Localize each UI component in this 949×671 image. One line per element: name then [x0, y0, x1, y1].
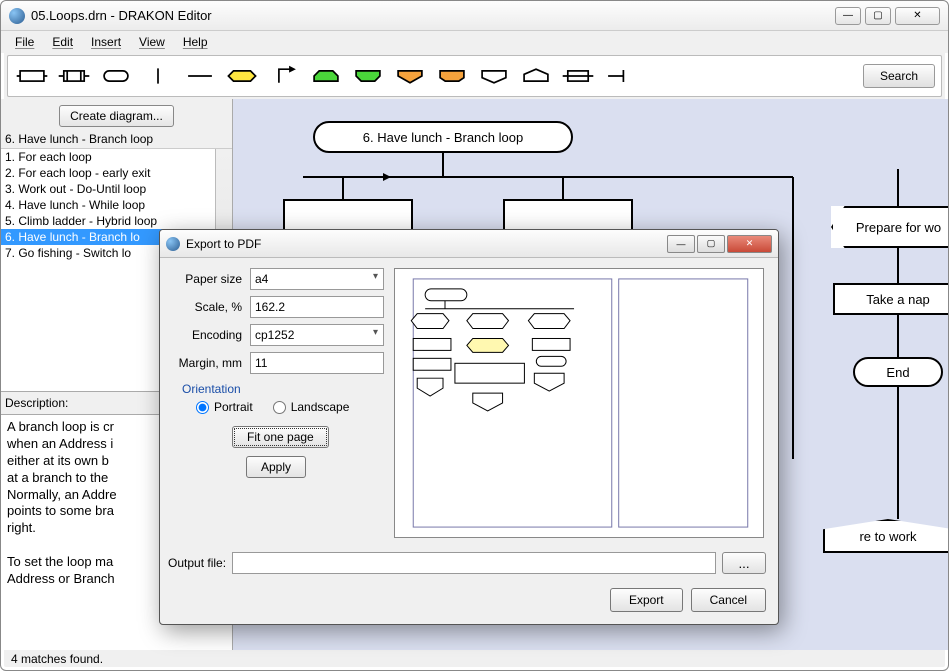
menu-insert[interactable]: Insert [83, 33, 129, 51]
address-icon[interactable] [518, 61, 554, 91]
dialog-icon [166, 237, 180, 251]
question-shape: Prepare for wo [831, 206, 948, 248]
branch-icon[interactable] [476, 61, 512, 91]
menu-help[interactable]: Help [175, 33, 216, 51]
status-text: 4 matches found. [11, 652, 103, 666]
browse-button[interactable]: ... [722, 552, 766, 574]
dialog-title: Export to PDF [186, 237, 665, 251]
description-text: A branch loop is cr when an Address i ei… [7, 419, 117, 586]
rounded-icon[interactable] [98, 61, 134, 91]
app-icon [9, 8, 25, 24]
minimize-button[interactable]: — [835, 7, 861, 25]
close-button[interactable]: ✕ [895, 7, 940, 25]
title-shape: 6. Have lunch - Branch loop [313, 121, 573, 153]
search-button[interactable]: Search [863, 64, 935, 88]
paper-size-select[interactable] [250, 268, 384, 290]
dialog-actions: Export Cancel [610, 588, 766, 612]
cancel-button[interactable]: Cancel [691, 588, 766, 612]
shape-text: End [886, 365, 909, 380]
title-text: 6. Have lunch - Branch loop [363, 130, 523, 145]
dialog-minimize-button[interactable]: — [667, 235, 695, 253]
list-item[interactable]: 1. For each loop [1, 149, 232, 165]
end-shape: End [853, 357, 943, 387]
dialog-maximize-button[interactable]: ▢ [697, 235, 725, 253]
export-pdf-dialog: Export to PDF — ▢ ✕ Paper size Scale, % … [159, 229, 779, 625]
scale-input[interactable] [250, 296, 384, 318]
list-item[interactable]: 2. For each loop - early exit [1, 165, 232, 181]
export-button[interactable]: Export [610, 588, 683, 612]
dialog-body: Paper size Scale, % Encoding Margin, mm … [160, 258, 778, 624]
window-title: 05.Loops.drn - DRAKON Editor [31, 8, 835, 23]
apply-button[interactable]: Apply [246, 456, 306, 478]
connector-icon[interactable] [602, 61, 638, 91]
case-icon[interactable] [392, 61, 428, 91]
question-hex-icon[interactable] [224, 61, 260, 91]
margin-label: Margin, mm [172, 356, 250, 370]
statusbar: 4 matches found. [7, 650, 942, 668]
action-shape: Take a nap [833, 283, 948, 315]
create-row: Create diagram... [1, 99, 232, 130]
preview-pane [394, 268, 764, 538]
list-item[interactable]: 3. Work out - Do-Until loop [1, 181, 232, 197]
titlebar: 05.Loops.drn - DRAKON Editor — ▢ ✕ [1, 1, 948, 31]
toolbar: Search [7, 55, 942, 97]
horizontal-icon[interactable] [182, 61, 218, 91]
list-item[interactable]: 5. Climb ladder - Hybrid loop [1, 213, 232, 229]
branch-shape [503, 199, 633, 231]
menubar: File Edit Insert View Help [1, 31, 948, 53]
landscape-radio-label: Landscape [291, 400, 350, 414]
arrow-icon[interactable] [266, 61, 302, 91]
loop-begin-icon[interactable] [308, 61, 344, 91]
window-controls: — ▢ ✕ [835, 7, 940, 25]
landscape-radio-input[interactable] [273, 401, 286, 414]
scale-label: Scale, % [172, 300, 250, 314]
menu-view[interactable]: View [131, 33, 173, 51]
vertical-icon[interactable] [140, 61, 176, 91]
fit-one-page-button[interactable]: Fit one page [232, 426, 329, 448]
output-file-input[interactable] [232, 552, 716, 574]
insertion-icon[interactable] [56, 61, 92, 91]
main-window: 05.Loops.drn - DRAKON Editor — ▢ ✕ File … [0, 0, 949, 671]
encoding-select[interactable] [250, 324, 384, 346]
portrait-radio-input[interactable] [196, 401, 209, 414]
menu-file[interactable]: File [7, 33, 42, 51]
action-icon[interactable] [14, 61, 50, 91]
dialog-close-button[interactable]: ✕ [727, 235, 772, 253]
list-header: 6. Have lunch - Branch loop [1, 130, 232, 149]
maximize-button[interactable]: ▢ [865, 7, 891, 25]
portrait-radio[interactable]: Portrait [196, 400, 253, 414]
list-item[interactable]: 4. Have lunch - While loop [1, 197, 232, 213]
loop-end-icon[interactable] [350, 61, 386, 91]
dialog-titlebar: Export to PDF — ▢ ✕ [160, 230, 778, 258]
portrait-radio-label: Portrait [214, 400, 253, 414]
shape-text: re to work [859, 529, 916, 544]
address-shape: re to work [823, 519, 948, 553]
create-diagram-button[interactable]: Create diagram... [59, 105, 174, 127]
output-label: Output file: [168, 556, 226, 570]
landscape-radio[interactable]: Landscape [273, 400, 350, 414]
select-icon[interactable] [434, 61, 470, 91]
encoding-label: Encoding [172, 328, 250, 342]
shape-text: Prepare for wo [856, 220, 941, 235]
branch-shape [283, 199, 413, 231]
shape-text: Take a nap [866, 292, 930, 307]
margin-input[interactable] [250, 352, 384, 374]
shelf-icon[interactable] [560, 61, 596, 91]
menu-edit[interactable]: Edit [44, 33, 81, 51]
output-row: Output file: ... [168, 552, 766, 574]
paper-size-label: Paper size [172, 272, 250, 286]
